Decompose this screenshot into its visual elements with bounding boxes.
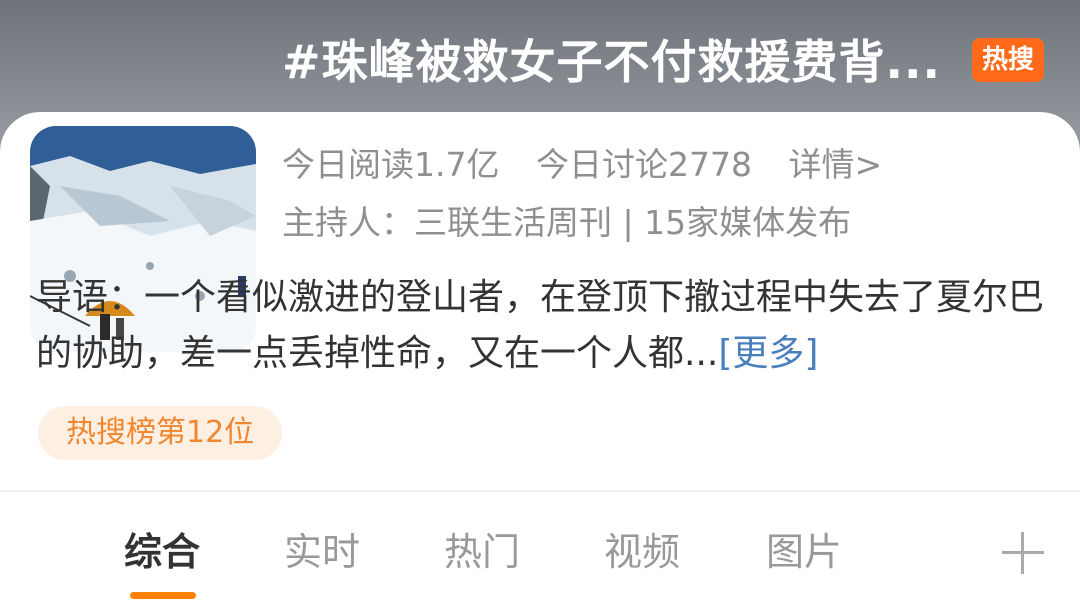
detail-link[interactable]: 详情>: [788, 145, 882, 184]
read-count: 今日阅读1.7亿: [282, 145, 500, 184]
tab-bar: 综合 实时 热门 视频 图片: [0, 525, 1080, 585]
topic-stats: 今日阅读1.7亿 今日讨论2778 详情>: [282, 138, 908, 186]
tab-video[interactable]: 视频: [604, 525, 680, 579]
tab-images[interactable]: 图片: [766, 525, 842, 579]
discuss-count: 今日讨论2778: [535, 145, 752, 184]
more-link[interactable]: [更多]: [718, 333, 818, 374]
topic-intro: 导语：一个看似激进的登山者，在登顶下撤过程中失去了夏尔巴的协助，差一点丢掉性命，…: [36, 270, 1046, 382]
tab-comprehensive[interactable]: 综合: [124, 525, 200, 579]
rank-badge[interactable]: 热搜榜第12位: [38, 406, 283, 460]
active-tab-indicator: [130, 592, 196, 599]
divider: [0, 490, 1080, 492]
plus-icon[interactable]: [1002, 532, 1044, 574]
tab-realtime[interactable]: 实时: [284, 525, 360, 579]
topic-title[interactable]: #珠峰被救女子不付救援费背...: [282, 26, 962, 92]
hot-badge: 热搜: [972, 38, 1044, 82]
intro-text: 导语：一个看似激进的登山者，在登顶下撤过程中失去了夏尔巴的协助，差一点丢掉性命，…: [36, 277, 1045, 374]
tab-hot[interactable]: 热门: [444, 525, 520, 579]
topic-host: 主持人：三联生活周刊 | 15家媒体发布: [282, 203, 852, 242]
